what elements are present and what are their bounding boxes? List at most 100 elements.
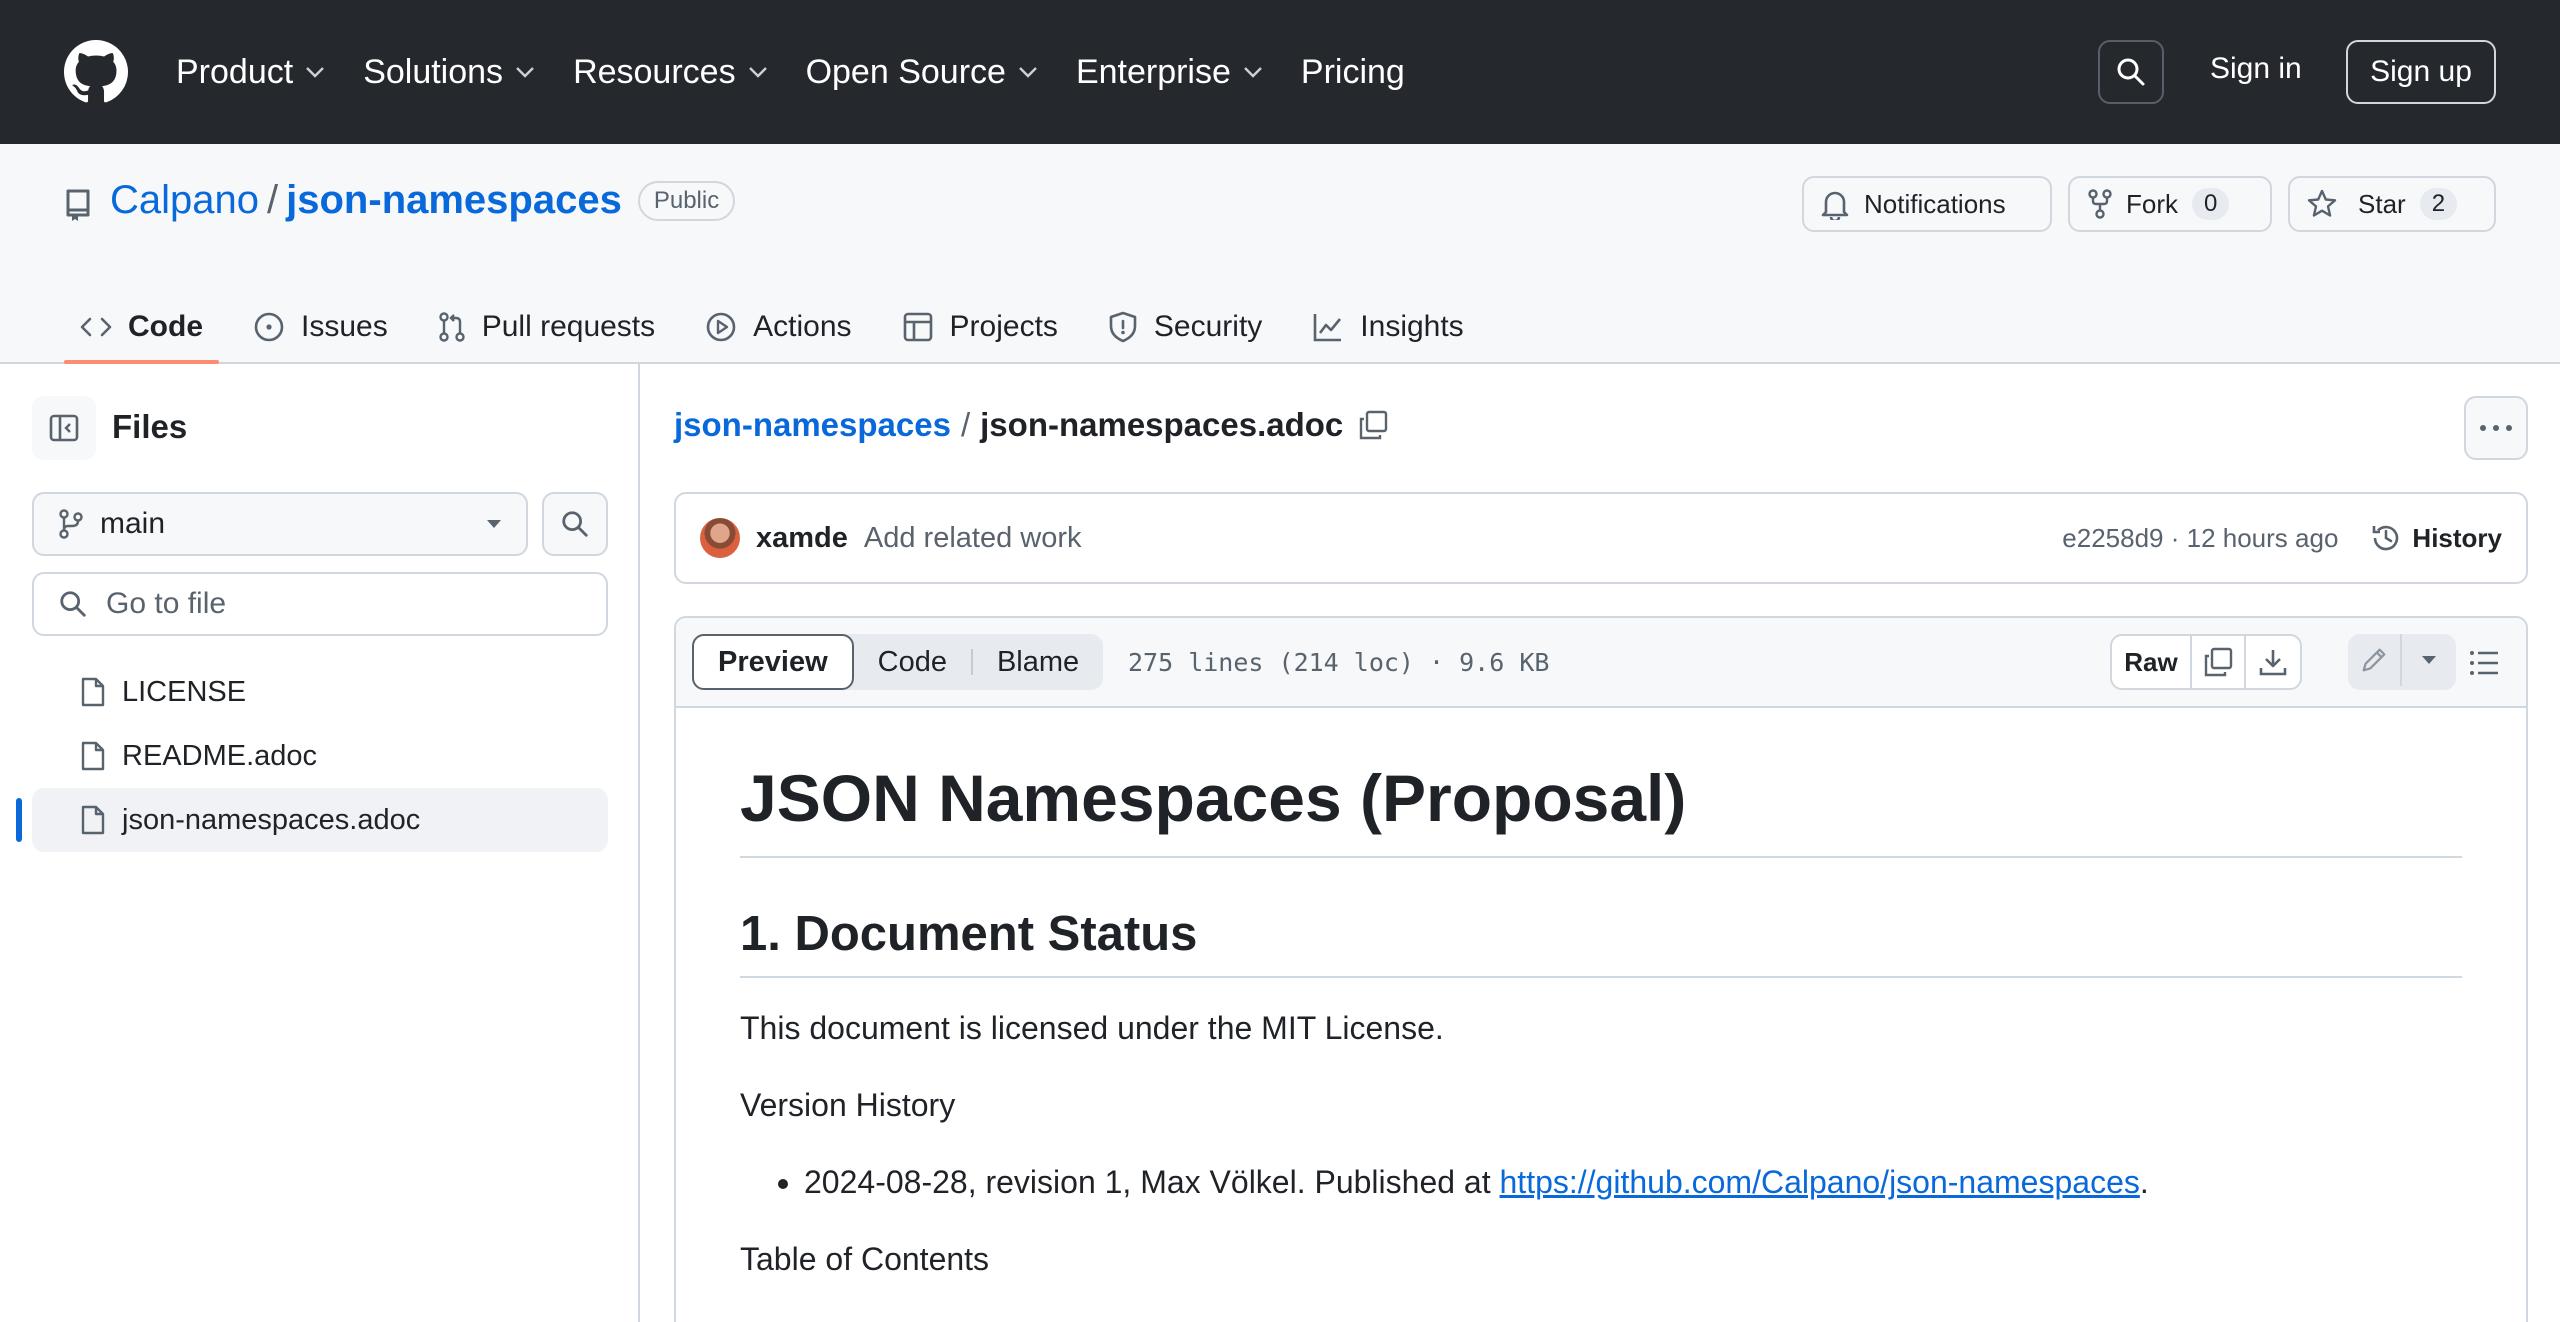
edit-button[interactable] [2348,634,2402,686]
more-options-button[interactable] [2464,396,2528,460]
tab-label: Projects [949,310,1058,343]
file-icon [80,740,106,772]
file-toolbar: Preview Code Blame 275 lines (214 loc) ·… [676,618,2526,708]
file-item-readme[interactable]: README.adoc [32,724,608,788]
file-search-button[interactable] [542,492,608,556]
nav-pricing[interactable]: Pricing [1301,53,1405,92]
history-item-end: . [2139,1164,2149,1200]
fork-count: 0 [2192,188,2230,220]
tab-label: Issues [301,310,388,343]
repo-owner-link[interactable]: Calpano [110,178,259,223]
sign-in-link[interactable]: Sign in [2210,52,2302,86]
github-logo-icon[interactable] [64,40,128,104]
repo-name-link[interactable]: json-namespaces [286,178,622,223]
tab-label: Security [1153,310,1263,343]
fork-button[interactable]: Fork 0 [2068,176,2272,232]
chevron-down-icon [748,66,768,78]
repo-title: Calpano / json-namespaces Public [110,178,736,223]
breadcrumb: json-namespaces / json-namespaces.adoc [674,406,1389,444]
tab-pull-requests[interactable]: Pull requests [422,290,671,364]
file-icon [80,804,106,836]
header-search-button[interactable] [2098,40,2164,104]
tab-label: Insights [1360,310,1464,343]
file-icon [80,676,106,708]
bell-icon [1820,188,1850,220]
nav-solutions[interactable]: Solutions [363,53,535,92]
tab-blame[interactable]: Blame [973,634,1103,690]
tab-label: Pull requests [481,310,656,343]
tab-label: Actions [753,310,852,343]
file-item-json-namespaces[interactable]: json-namespaces.adoc [16,788,608,852]
nav-resources[interactable]: Resources [573,53,768,92]
star-button[interactable]: Star 2 [2288,176,2496,232]
repo-header: Calpano / json-namespaces Public Notific… [0,144,2560,364]
commit-author[interactable]: xamde [756,522,848,555]
branch-selector[interactable]: main [32,492,528,556]
history-item-text: 2024-08-28, revision 1, Max Völkel. Publ… [804,1164,1500,1200]
download-button[interactable] [2246,636,2300,688]
nav-product[interactable]: Product [176,53,325,92]
pull-request-icon [438,311,466,343]
branch-name: main [100,507,166,540]
file-actions: Raw [2110,634,2302,690]
fork-icon [2086,188,2114,220]
nav-label: Product [176,52,294,91]
repo-url-link[interactable]: https://github.com/Calpano/json-namespac… [1500,1164,2140,1200]
file-viewer: Preview Code Blame 275 lines (214 loc) ·… [674,616,2528,1322]
notifications-button[interactable]: Notifications [1802,176,2052,232]
tab-projects[interactable]: Projects [886,290,1074,364]
issue-icon [253,311,285,343]
repo-icon [64,188,92,222]
tab-issues[interactable]: Issues [237,290,404,364]
chevron-down-icon [1018,66,1038,78]
nav-label: Enterprise [1075,52,1231,91]
repo-tabs: Code Issues Pull requests Actions Projec… [64,290,1498,364]
file-name: json-namespaces.adoc [122,803,421,836]
table-icon [902,311,934,343]
copy-path-icon[interactable] [1357,409,1389,441]
search-icon [58,589,88,619]
breadcrumb-repo-link[interactable]: json-namespaces [674,406,951,444]
collapse-sidebar-button[interactable] [32,396,96,460]
tab-code[interactable]: Code [64,290,219,364]
go-to-file-input[interactable]: Go to file [32,572,608,636]
search-icon [2115,56,2147,88]
nav-label: Open Source [805,52,1006,91]
top-nav: Product Solutions Resources Open Source … [176,48,1443,96]
list-item: 2024-08-28, revision 1, Max Völkel. Publ… [804,1164,2462,1201]
tab-actions[interactable]: Actions [689,290,867,364]
star-count: 2 [2419,188,2458,220]
edit-actions [2348,634,2456,690]
breadcrumb-file: json-namespaces.adoc [980,406,1344,443]
file-content-area: json-namespaces / json-namespaces.adoc x… [642,364,2560,1322]
copy-raw-button[interactable] [2192,636,2246,688]
search-icon [560,509,590,539]
sign-up-button[interactable]: Sign up [2346,40,2496,104]
outline-button[interactable] [2468,648,2500,678]
tab-security[interactable]: Security [1092,290,1278,364]
license-paragraph: This document is licensed under the MIT … [740,1010,1444,1046]
pencil-icon [2359,645,2389,675]
nav-open-source[interactable]: Open Source [806,53,1038,92]
file-tree-sidebar: Files main Go to file LICENSE README.ado… [0,364,640,1322]
tab-insights[interactable]: Insights [1296,290,1479,364]
file-list: LICENSE README.adoc json-namespaces.adoc [16,660,608,852]
commit-meta[interactable]: e2258d9 · 12 hours ago [2062,523,2338,554]
copy-icon [2202,646,2234,678]
nav-enterprise[interactable]: Enterprise [1076,53,1263,92]
version-history-label: Version History [740,1087,956,1123]
edit-menu-button[interactable] [2402,634,2456,686]
raw-button[interactable]: Raw [2112,636,2192,688]
file-item-license[interactable]: LICENSE [32,660,608,724]
tab-code-view[interactable]: Code [854,634,971,690]
tab-label: Code [128,310,203,343]
version-history-list: 2024-08-28, revision 1, Max Völkel. Publ… [804,1164,2462,1201]
commit-message[interactable]: Add related work [864,522,1082,555]
history-button[interactable]: History [2370,522,2502,554]
history-icon [2370,522,2402,554]
avatar[interactable] [700,518,740,558]
list-unordered-icon [2468,648,2500,678]
notifications-label: Notifications [1864,188,2006,219]
tab-preview[interactable]: Preview [692,634,854,690]
visibility-badge: Public [637,180,736,221]
